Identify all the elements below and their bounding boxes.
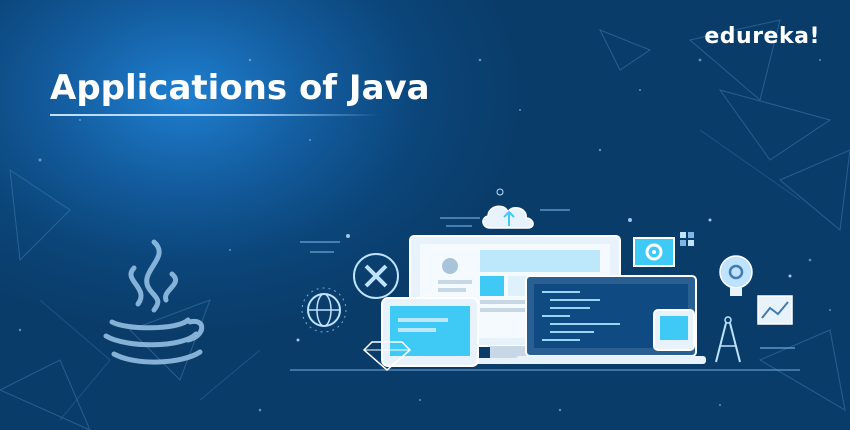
page-title: Applications of Java bbox=[50, 68, 430, 108]
title-underline bbox=[50, 114, 380, 116]
line-chart-icon bbox=[757, 295, 793, 325]
phone-device bbox=[653, 309, 695, 351]
edureka-logo: edureka! bbox=[704, 24, 820, 49]
java-logo-icon bbox=[103, 239, 205, 365]
tablet-device bbox=[381, 297, 479, 367]
close-x-icon bbox=[353, 253, 399, 299]
gear-icon bbox=[633, 232, 694, 267]
technology-illustration bbox=[290, 188, 800, 371]
light-bulb-gear-icon bbox=[719, 255, 753, 296]
cloud-upload-icon bbox=[482, 188, 534, 229]
drafting-compass-icon bbox=[715, 316, 741, 363]
globe-icon bbox=[301, 287, 347, 333]
banner: edureka! Applications of Java bbox=[0, 0, 850, 430]
